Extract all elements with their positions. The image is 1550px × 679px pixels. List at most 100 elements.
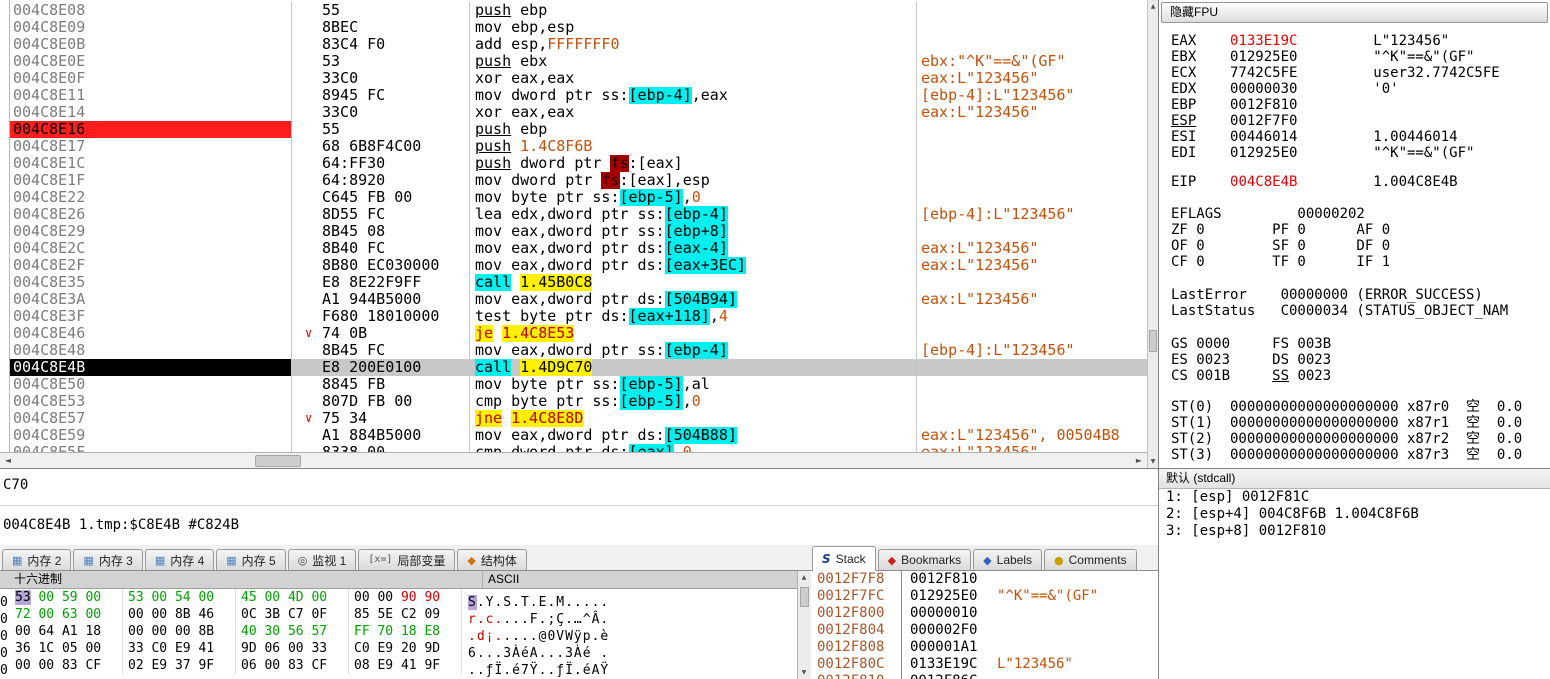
disasm-hscroll-thumb[interactable] bbox=[255, 455, 301, 467]
register-row[interactable]: EDX 00000030 '0' bbox=[1171, 81, 1550, 97]
registers-panel: 隐藏FPU EAX 0133E19C L"123456" EBX 012925E0… bbox=[1159, 0, 1550, 468]
stack-row[interactable]: 0012F80C 0133E19C L"123456" bbox=[811, 656, 1158, 673]
disasm-row[interactable]: 004C8E14 33C0 xor eax,eax eax:L"123456" bbox=[10, 104, 1147, 121]
register-row[interactable]: ESI 00446014 1.00446014 bbox=[1171, 129, 1550, 145]
disassembly-view[interactable]: 004C8E08 55 push ebp 004C8E09 8BEC mov ebp,es… bbox=[10, 0, 1147, 452]
register-row[interactable]: LastError 00000000 (ERROR_SUCCESS) bbox=[1171, 287, 1550, 303]
tab-bookmarks[interactable]: ◆ Bookmarks bbox=[877, 549, 972, 570]
bottom-tab-bar: ▦ 内存 2 ▦ 内存 3 ▦ 内存 4 ▦ 内存 5 ◎ 监视 1 [x=] 局部变量 ◆ 结构体 SS… bbox=[0, 545, 1158, 571]
disasm-row[interactable]: 004C8E22 C645 FB 00 mov byte ptr ss:[ebp-5… bbox=[10, 189, 1147, 206]
disasm-row[interactable]: 004C8E1C 64:FF30 push dword ptr fs:[eax] bbox=[10, 155, 1147, 172]
dump-vscroll-thumb[interactable] bbox=[800, 587, 809, 607]
register-row[interactable]: ST(2) 00000000000000000000 x87r2 空 0.0 bbox=[1171, 431, 1550, 447]
tab-watch-1[interactable]: ◎ 监视 1 bbox=[287, 549, 357, 570]
register-row[interactable]: ECX 7742C5FE user32.7742C5FE bbox=[1171, 65, 1550, 81]
argument-row[interactable]: 2: [esp+4] 004C8F6B 1.004C8F6B bbox=[1159, 506, 1550, 523]
register-row[interactable]: EIP 004C8E4B 1.004C8E4B bbox=[1171, 174, 1550, 190]
tab-struct[interactable]: ◆ 结构体 bbox=[457, 549, 527, 570]
dump-scroll-up-icon[interactable]: ▲ bbox=[798, 571, 810, 584]
disasm-gutter bbox=[0, 0, 10, 452]
dump-row[interactable]: 0 00 00 83 CF 02 E9 37 9F 06 00 83 CF 08 E9 … bbox=[0, 657, 797, 678]
stack-row[interactable]: 0012F8100012F86C bbox=[811, 673, 1158, 679]
disasm-row[interactable]: 004C8E50 8845 FB mov byte ptr ss:[ebp-5],a… bbox=[10, 376, 1147, 393]
disasm-vertical-scrollbar[interactable]: ▲ ▼ bbox=[1147, 0, 1158, 468]
disasm-row[interactable]: 004C8E2F 8B80 EC030000 mov eax,dword ptr d… bbox=[10, 257, 1147, 274]
dump-row[interactable]: 0 00 64 A1 18 00 00 00 8B 40 30 56 57 FF 70 … bbox=[0, 623, 797, 644]
hex-dump-panel[interactable]: 十六进制 ASCII 0 53 00 59 00 53 00 54 00 45 00 … bbox=[0, 571, 797, 679]
scroll-right-icon[interactable]: ► bbox=[1131, 454, 1147, 468]
disasm-row[interactable]: 004C8E11 8945 FC mov dword ptr ss:[ebp-4],… bbox=[10, 87, 1147, 104]
disasm-row[interactable]: 004C8E57 ∨ 75 34 jne 1.4C8E8D bbox=[10, 410, 1147, 427]
stack-row[interactable]: 0012F808 000001A1 bbox=[811, 639, 1158, 656]
disasm-row[interactable]: 004C8E0F 33C0 xor eax,eax eax:L"123456" bbox=[10, 70, 1147, 87]
stack-row[interactable]: 0012F7F8 0012F810 bbox=[811, 571, 1158, 588]
disasm-row[interactable]: 004C8E5F8338 00cmp dword ptr ds:[eax],0e… bbox=[10, 444, 1147, 452]
disasm-row[interactable]: 004C8E48 8B45 FC mov eax,dword ptr ss:[ebp… bbox=[10, 342, 1147, 359]
register-row[interactable]: EDI 012925E0 "^K"==&"(GF" bbox=[1171, 145, 1550, 161]
register-row[interactable]: ST(0) 00000000000000000000 x87r0 空 0.0 bbox=[1171, 399, 1550, 415]
register-row[interactable]: OF 0 SF 0 DF 0 bbox=[1171, 238, 1550, 254]
stack-row[interactable]: 0012F7FC 012925E0 "^K"==&"(GF" bbox=[811, 588, 1158, 605]
register-row[interactable]: EBX 012925E0 "^K"==&"(GF" bbox=[1171, 49, 1550, 65]
tab-memory-2[interactable]: ▦ 内存 2 bbox=[2, 549, 72, 570]
disasm-row[interactable]: 004C8E59 A1 884B5000 mov eax,dword ptr ds:… bbox=[10, 427, 1147, 444]
register-row[interactable]: EBP 0012F810 bbox=[1171, 97, 1550, 113]
stack-row[interactable]: 0012F800 00000010 bbox=[811, 605, 1158, 622]
register-row[interactable]: ZF 0 PF 0 AF 0 bbox=[1171, 222, 1550, 238]
dump-row[interactable]: 0 53 00 59 00 53 00 54 00 45 00 4D 00 00 00 … bbox=[0, 589, 797, 610]
register-row[interactable]: ST(3) 00000000000000000000 x87r3 空 0.0 bbox=[1171, 447, 1550, 463]
scroll-up-icon[interactable]: ▲ bbox=[1148, 0, 1158, 13]
scroll-left-icon[interactable]: ◄ bbox=[0, 454, 16, 468]
tab-label: 结构体 bbox=[480, 553, 517, 568]
tab-label: 内存 2 bbox=[27, 553, 62, 568]
calling-convention-selector[interactable]: 默认 (stdcall) bbox=[1159, 469, 1550, 489]
dump-row[interactable]: 0 72 00 63 00 00 00 8B 46 0C 3B C7 0F 85 5E … bbox=[0, 606, 797, 627]
dump-row[interactable]: 0 36 1C 05 00 33 C0 E9 41 9D 06 00 33 C0 E9 … bbox=[0, 640, 797, 661]
tab-labels[interactable]: ◆ Labels bbox=[973, 549, 1043, 570]
disasm-vscroll-thumb[interactable] bbox=[1149, 330, 1157, 352]
jump-arrow-icon: ∨ bbox=[305, 411, 313, 425]
disasm-row[interactable]: 004C8E2C 8B40 FC mov eax,dword ptr ds:[eax… bbox=[10, 240, 1147, 257]
dump-vertical-scrollbar[interactable]: ▲ ▼ bbox=[797, 571, 810, 679]
disasm-row[interactable]: 004C8E3A A1 944B5000 mov eax,dword ptr ds:… bbox=[10, 291, 1147, 308]
disasm-row[interactable]: 004C8E08 55 push ebp bbox=[10, 2, 1147, 19]
register-row[interactable]: GS 0000 FS 003B bbox=[1171, 336, 1550, 352]
disasm-row[interactable]: 004C8E26 8D55 FC lea edx,dword ptr ss:[ebp… bbox=[10, 206, 1147, 223]
scroll-down-icon[interactable]: ▼ bbox=[1148, 455, 1158, 468]
register-row[interactable]: EAX 0133E19C L"123456" bbox=[1171, 33, 1550, 49]
disasm-row[interactable]: 004C8E3F F680 18010000 test byte ptr ds:[e… bbox=[10, 308, 1147, 325]
tab-memory-5[interactable]: ▦ 内存 5 bbox=[216, 549, 286, 570]
disasm-row[interactable]: 004C8E53 807D FB 00 cmp byte ptr ss:[ebp-5… bbox=[10, 393, 1147, 410]
disasm-row[interactable]: 004C8E1F 64:8920 mov dword ptr fs:[eax],es… bbox=[10, 172, 1147, 189]
register-row[interactable]: ES 0023 DS 0023 bbox=[1171, 352, 1550, 368]
tab-memory-4[interactable]: ▦ 内存 4 bbox=[144, 549, 215, 570]
tab-label: 内存 5 bbox=[241, 553, 276, 568]
dump-scroll-down-icon[interactable]: ▼ bbox=[798, 666, 810, 679]
disasm-row[interactable]: 004C8E09 8BEC mov ebp,esp bbox=[10, 19, 1147, 36]
disasm-row[interactable]: 004C8E4B E8 200E0100 call 1.4D9C70 bbox=[10, 359, 1147, 376]
disasm-row[interactable]: 004C8E29 8B45 08 mov eax,dword ptr ss:[ebp… bbox=[10, 223, 1147, 240]
tab-locals[interactable]: [x=] 局部变量 bbox=[358, 549, 456, 570]
disasm-row[interactable]: 004C8E0B 83C4 F0 add esp,FFFFFFF0 bbox=[10, 36, 1147, 53]
disasm-horizontal-scrollbar[interactable]: ◄ ► bbox=[0, 452, 1147, 468]
disasm-row[interactable]: 004C8E0E 53 push ebx ebx:"^K"==&"(GF" bbox=[10, 53, 1147, 70]
tab-stack[interactable]: S Stack bbox=[812, 546, 876, 571]
register-row[interactable]: LastStatus C0000034 (STATUS_OBJECT_NAM bbox=[1171, 303, 1550, 319]
disasm-row[interactable]: 004C8E17 68 6B8F4C00 push 1.4C8F6B bbox=[10, 138, 1147, 155]
tab-memory-3[interactable]: ▦ 内存 3 bbox=[73, 549, 143, 570]
register-row[interactable]: EFLAGS 00000202 bbox=[1171, 206, 1550, 222]
disasm-row[interactable]: 004C8E46 ∨ 74 0B je 1.4C8E53 bbox=[10, 325, 1147, 342]
argument-row[interactable]: 3: [esp+8] 0012F810 bbox=[1159, 523, 1550, 540]
register-row[interactable]: CF 0 TF 0 IF 1 bbox=[1171, 254, 1550, 270]
stack-row[interactable]: 0012F804 000002F0 bbox=[811, 622, 1158, 639]
register-row[interactable]: ESP 0012F7F0 bbox=[1171, 113, 1550, 129]
register-row[interactable]: CS 001B SS 0023 bbox=[1171, 368, 1550, 384]
stack-panel[interactable]: 0012F7F8 0012F810 0012F7FC 012925E0 "^K"==&"… bbox=[811, 571, 1158, 679]
disasm-row[interactable]: 004C8E35 E8 8E22F9FF call 1.45B0C8 bbox=[10, 274, 1147, 291]
argument-row[interactable]: 1: [esp] 0012F81C bbox=[1159, 489, 1550, 506]
address-info-line: 004C8E4B 1.tmp:$C8E4B #C824B bbox=[3, 517, 240, 533]
tab-comments[interactable]: ● Comments bbox=[1044, 549, 1137, 570]
disasm-row[interactable]: 004C8E16 55 push ebp bbox=[10, 121, 1147, 138]
hide-fpu-button[interactable]: 隐藏FPU bbox=[1161, 2, 1548, 23]
register-row[interactable]: ST(1) 00000000000000000000 x87r1 空 0.0 bbox=[1171, 415, 1550, 431]
